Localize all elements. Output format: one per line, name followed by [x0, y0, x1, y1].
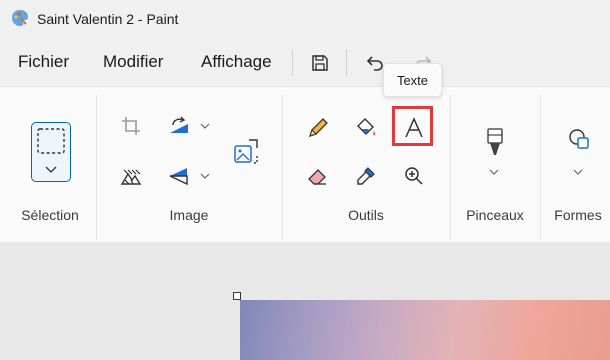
- shapes-group-label: Formes: [554, 207, 602, 223]
- shapes-dropdown[interactable]: [573, 167, 583, 177]
- flip-dropdown[interactable]: [200, 171, 210, 181]
- rotate-icon: [170, 116, 188, 133]
- text-button-highlight: [392, 106, 433, 146]
- menu-bar: Fichier Modifier Affichage: [0, 40, 610, 86]
- select-transparent-button[interactable]: [114, 159, 148, 193]
- eraser-button[interactable]: [301, 159, 335, 193]
- menu-separator: [346, 50, 347, 76]
- shapes-icon: [569, 129, 589, 149]
- resize-image-icon: [234, 139, 258, 164]
- menu-view[interactable]: Affichage: [201, 52, 272, 72]
- canvas-resize-handle[interactable]: [233, 292, 241, 300]
- flip-icon: [169, 168, 188, 186]
- magnifier-button[interactable]: [397, 159, 431, 193]
- chevron-down-icon: [573, 169, 583, 175]
- selection-rectangle-icon: [37, 128, 65, 173]
- brushes-group-label: Pinceaux: [466, 207, 524, 223]
- chevron-down-icon: [489, 169, 499, 175]
- canvas-image[interactable]: [240, 300, 610, 360]
- flip-button[interactable]: [162, 159, 196, 193]
- image-group-label: Image: [169, 207, 209, 223]
- paint-app-icon: [11, 9, 29, 27]
- pencil-button[interactable]: [301, 111, 335, 145]
- shapes-button[interactable]: [562, 123, 596, 157]
- crop-icon: [122, 117, 140, 135]
- group-separator: [540, 95, 541, 240]
- brushes-dropdown[interactable]: [489, 167, 499, 177]
- image-pattern-icon: [120, 169, 142, 185]
- ribbon: Sélection Image Outils Pinceaux Formes: [0, 86, 610, 243]
- color-picker-button[interactable]: [349, 159, 383, 193]
- selection-button[interactable]: [31, 122, 71, 182]
- tools-group-label: Outils: [348, 207, 384, 223]
- menu-file[interactable]: Fichier: [18, 52, 69, 72]
- rotate-dropdown[interactable]: [200, 121, 210, 131]
- eraser-icon: [308, 169, 326, 185]
- tooltip: Texte: [383, 63, 442, 97]
- crop-button[interactable]: [114, 109, 148, 143]
- zoom-in-icon: [405, 167, 423, 185]
- chevron-down-icon: [200, 123, 210, 129]
- rotate-button[interactable]: [162, 109, 196, 143]
- chevron-down-icon: [200, 173, 210, 179]
- save-icon: [312, 55, 328, 71]
- paint-bucket-icon: [357, 118, 376, 136]
- brushes-button[interactable]: [478, 123, 512, 163]
- title-bar: Saint Valentin 2 - Paint: [0, 0, 610, 40]
- selection-group-label: Sélection: [21, 207, 79, 223]
- pencil-icon: [308, 118, 328, 138]
- save-button[interactable]: [305, 48, 335, 78]
- paintbrush-icon: [487, 128, 503, 155]
- menu-edit[interactable]: Modifier: [103, 52, 163, 72]
- undo-icon: [366, 56, 383, 71]
- menu-separator: [292, 50, 293, 76]
- eyedropper-icon: [357, 167, 375, 185]
- window-title: Saint Valentin 2 - Paint: [37, 11, 179, 27]
- resize-button[interactable]: [229, 135, 263, 169]
- fill-button[interactable]: [349, 111, 383, 145]
